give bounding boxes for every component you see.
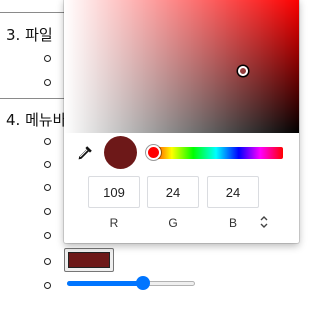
green-label: G	[168, 216, 178, 230]
list-bullet	[44, 161, 51, 168]
range-fill	[67, 281, 143, 286]
range-thumb[interactable]	[135, 276, 150, 290]
red-label: R	[109, 216, 119, 230]
green-value-input[interactable]: 24	[147, 176, 199, 208]
list-bullet	[44, 184, 51, 191]
divider-top	[0, 12, 70, 13]
list-bullet	[44, 232, 51, 239]
list-bullet	[44, 79, 51, 86]
list-heading-3: 3. 파일	[6, 26, 53, 44]
divider-middle	[0, 98, 70, 99]
list-heading-4: 4. 메뉴바	[6, 111, 67, 129]
list-bullet	[44, 208, 51, 215]
sv-cursor[interactable]	[238, 66, 248, 76]
color-picker-popup: 109 24 24 R G B	[64, 0, 299, 243]
list-bullet	[44, 138, 51, 145]
list-bullet	[44, 258, 51, 265]
eyedropper-icon[interactable]	[76, 144, 94, 162]
hue-slider[interactable]	[149, 147, 283, 159]
color-input-swatch	[68, 252, 110, 268]
blue-label: B	[228, 216, 237, 230]
list-bullet	[44, 55, 51, 62]
blue-value-input[interactable]: 24	[207, 176, 259, 208]
sv-white-gradient	[64, 0, 299, 133]
hue-slider-thumb[interactable]	[146, 145, 161, 160]
list-bullet	[44, 282, 51, 289]
range-slider[interactable]	[67, 275, 195, 291]
saturation-value-area[interactable]	[64, 0, 299, 133]
color-preview	[104, 136, 137, 169]
up-down-arrows-icon[interactable]	[258, 214, 270, 230]
color-input[interactable]	[64, 248, 114, 272]
red-value-input[interactable]: 109	[88, 176, 140, 208]
